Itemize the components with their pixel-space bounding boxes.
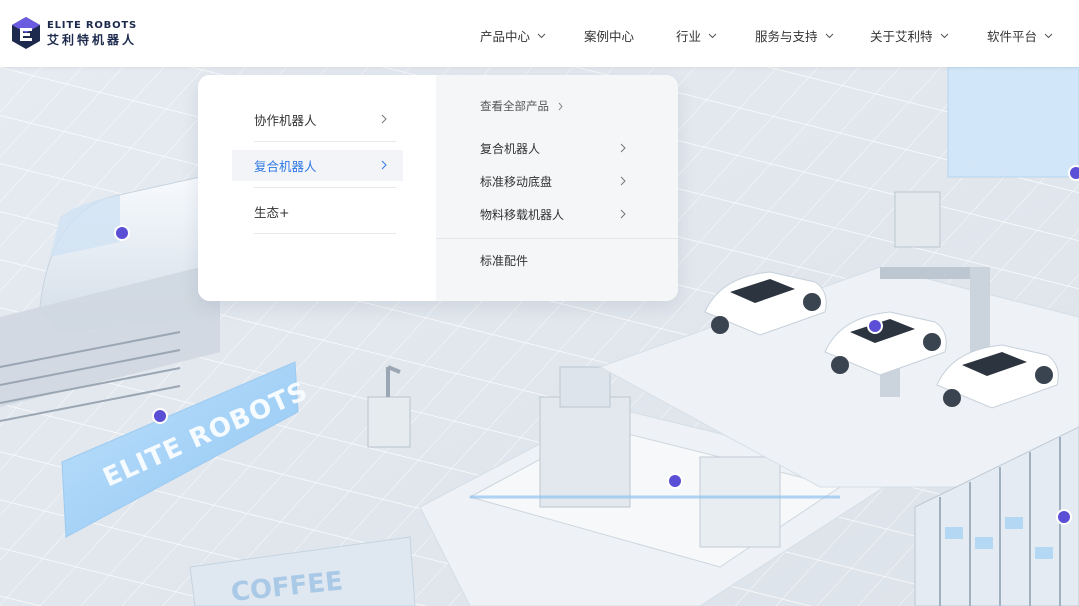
divider: [436, 238, 678, 239]
brand-name-cn: 艾利特机器人: [47, 32, 138, 47]
nav-item-software[interactable]: 软件平台: [987, 26, 1053, 45]
nav-item-label: 关于艾利特: [870, 29, 933, 44]
nav-item-service[interactable]: 服务与支持: [755, 26, 834, 45]
chevron-down-icon: [1044, 33, 1053, 38]
category-ecosystem[interactable]: 生态+: [232, 196, 403, 227]
category-composite-robots[interactable]: 复合机器人: [232, 150, 403, 181]
chevron-right-icon: [381, 160, 387, 170]
brand-logo[interactable]: ELITE ROBOTS 艾利特机器人: [11, 16, 137, 50]
subcategory-panel: 查看全部产品 复合机器人 标准移动底盘 物料移载机器人 标准配件: [436, 75, 678, 301]
view-all-label: 查看全部产品: [480, 99, 549, 113]
subitem-material-transfer-robot[interactable]: 物料移载机器人: [480, 206, 626, 223]
chevron-down-icon: [537, 33, 546, 38]
nav-item-label: 服务与支持: [755, 29, 818, 44]
divider: [254, 141, 396, 142]
category-collaborative-robots[interactable]: 协作机器人: [232, 104, 403, 135]
brand-name-en: ELITE ROBOTS: [47, 19, 138, 31]
subitem-mobile-chassis[interactable]: 标准移动底盘: [480, 173, 626, 190]
nav-item-about[interactable]: 关于艾利特: [870, 26, 949, 45]
hotspot-marker[interactable]: [867, 318, 883, 334]
chevron-down-icon: [708, 33, 717, 38]
subitem-label: 复合机器人: [480, 142, 541, 156]
category-label: 协作机器人: [254, 113, 317, 128]
nav-item-label: 产品中心: [480, 29, 531, 44]
hotspot-marker[interactable]: [152, 408, 168, 424]
site-header: ELITE ROBOTS 艾利特机器人 产品中心 案例中心 行业 服务与支持 关…: [0, 0, 1079, 67]
nav-item-products[interactable]: 产品中心: [480, 26, 546, 45]
subitem-standard-accessories[interactable]: 标准配件: [480, 252, 626, 269]
chevron-down-icon: [825, 33, 833, 38]
chevron-right-icon: [620, 209, 626, 219]
subitem-label: 标准配件: [480, 254, 529, 268]
category-label: 生态+: [254, 205, 290, 220]
divider: [254, 233, 396, 234]
chevron-right-icon: [381, 114, 387, 124]
chevron-right-icon: [620, 143, 626, 153]
subitem-label: 物料移载机器人: [480, 208, 565, 222]
hotspot-marker[interactable]: [1068, 165, 1079, 181]
products-dropdown-menu: 协作机器人 复合机器人 生态+ 查看全部产品 复合机器人 标准移动底盘 物料移载…: [198, 75, 678, 301]
nav-item-industry[interactable]: 行业: [676, 26, 717, 45]
subitem-label: 标准移动底盘: [480, 175, 553, 189]
view-all-products-link[interactable]: 查看全部产品: [480, 98, 563, 114]
category-label: 复合机器人: [254, 159, 317, 174]
chevron-right-icon: [558, 102, 563, 110]
hotspot-marker[interactable]: [114, 225, 130, 241]
subitem-composite-robot[interactable]: 复合机器人: [480, 140, 626, 157]
divider: [254, 187, 396, 188]
nav-item-label: 软件平台: [987, 29, 1038, 44]
logo-mark-icon: [12, 17, 40, 49]
nav-item-label: 行业: [676, 29, 702, 44]
nav-item-label: 案例中心: [584, 29, 635, 44]
category-list: 协作机器人 复合机器人 生态+: [198, 75, 436, 301]
chevron-down-icon: [940, 33, 948, 38]
nav-item-cases[interactable]: 案例中心: [584, 26, 634, 45]
chevron-right-icon: [620, 176, 626, 186]
hotspot-marker[interactable]: [667, 473, 683, 489]
hotspot-marker[interactable]: [1056, 509, 1072, 525]
